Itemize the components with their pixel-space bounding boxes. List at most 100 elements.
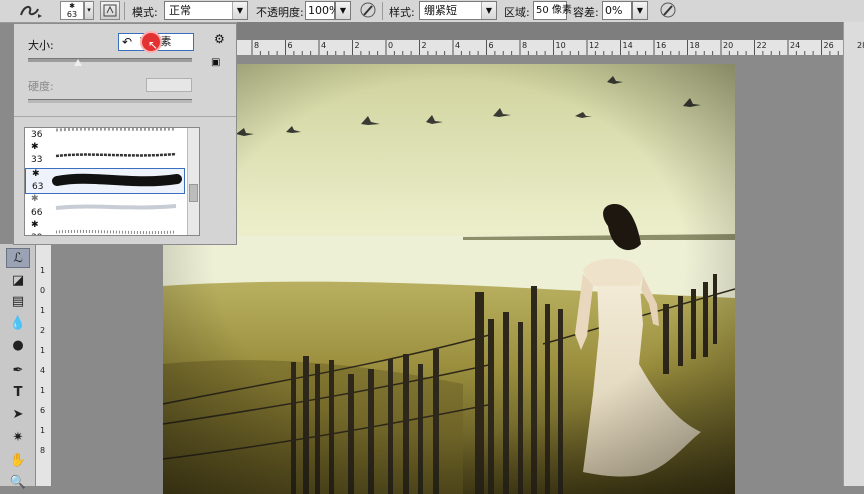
ruler-number: 2 [421,41,427,50]
scrollbar-thumb[interactable] [189,184,198,202]
style-select[interactable]: 绷紧短 ▼ [419,1,497,20]
ruler-number: 10 [555,41,566,50]
brush-preset-item[interactable]: ✱ 33 [25,142,185,168]
tolerance-label: 容差: [573,6,599,19]
tolerance-input[interactable]: 0% [602,1,632,20]
hardness-slider [28,99,192,103]
chevron-down-icon: ▼ [633,2,647,19]
tool-preset-picker[interactable] [16,1,46,20]
brush-stroke-preview [55,229,177,235]
toggle-brush-panel-button[interactable] [100,1,120,20]
shape-icon: ✷ [12,429,24,445]
brush-preset-item[interactable]: ✱ 66 [25,194,185,220]
hardness-label: 硬度: [28,80,54,93]
opacity-dropdown[interactable]: ▼ [335,1,351,20]
options-bar: ✱ 63 ▾ 模式: 正常 ▼ 不透明度: 100% ▼ 样式: 绷紧短 ▼ 区域:… [0,0,864,23]
brush-size: 63 [32,182,44,192]
brush-tip-icon: ✱ [69,2,75,10]
brush-preset-item[interactable]: 36 [25,128,185,142]
gradient-tool[interactable]: ▤ [6,291,30,311]
size-slider[interactable] [28,58,192,62]
area-label: 区域: [504,6,530,19]
divider [14,116,236,117]
size-slider-thumb[interactable] [74,59,82,66]
brush-size: 33 [31,155,43,165]
pressure-size-button[interactable] [658,1,678,20]
mode-select[interactable]: 正常 ▼ [164,1,248,20]
vertical-ruler: 1 0 1 2 1 4 1 6 1 8 [36,244,52,486]
dodge-tool[interactable]: ● [6,335,30,355]
brush-preset-picker[interactable]: ✱ 63 [60,1,84,20]
path-selection-tool[interactable]: ➤ [6,404,30,424]
tolerance-dropdown[interactable]: ▼ [632,1,648,20]
pen-icon: ✒ [12,362,24,378]
blur-drop-icon: 💧 [9,315,27,331]
brush-preset-item-selected[interactable]: ✱ 63 [25,168,185,194]
arrow-select-icon: ➤ [12,406,24,422]
chevron-down-icon: ▼ [481,2,496,19]
brush-size-value: 63 [66,10,78,19]
reset-size-button[interactable]: ↶ [118,34,136,50]
panel-settings-button[interactable]: ⚙ [214,32,225,46]
ruler-number: 28 [857,41,864,50]
hand-tool[interactable]: ✋ [6,450,30,470]
chevron-down-icon: ▼ [232,2,247,19]
area-input[interactable]: 50 像素 [533,1,572,20]
type-tool[interactable]: T [6,382,30,402]
ruler-number: 0 [388,41,394,50]
zoom-tool[interactable]: 🔍 [6,472,30,492]
brush-panel-icon [103,4,117,17]
brush-tip-icon: ✱ [31,194,39,204]
chevron-down-icon: ▼ [336,2,350,19]
brush-size: 36 [31,130,43,140]
art-history-brush-icon [20,5,42,18]
brush-tip-icon: ✱ [32,169,40,179]
ruler-number: 20 [723,41,734,50]
art-history-brush-icon: ℒ [13,250,23,266]
brush-tip-icon: ✱ [31,220,39,230]
ruler-number: 22 [756,41,767,50]
hardness-input [146,78,192,92]
brush-preset-list: 36 ✱ 33 ✱ 63 ✱ 66 ✱ 39 [24,127,200,236]
brush-list-scrollbar[interactable] [187,128,199,235]
blur-tool[interactable]: 💧 [6,313,30,333]
brush-size: 66 [31,208,43,218]
brush-stroke-preview [55,204,177,210]
brush-stroke-preview [55,128,177,132]
gear-icon: ⚙ [214,32,225,46]
ruler-number: 4 [321,41,327,50]
ruler-number: 18 [689,41,700,50]
ruler-number: 2 [40,326,46,335]
opacity-input[interactable]: 100% [305,1,339,20]
reset-arrow-icon: ↶ [121,35,133,49]
style-value: 绷紧短 [424,4,457,17]
hand-icon: ✋ [9,452,27,468]
ruler-number: 4 [40,366,46,375]
type-icon: T [13,384,23,400]
ruler-number: 8 [254,41,260,50]
brush-preset-item[interactable]: ✱ 39 [25,220,185,235]
eraser-tool[interactable]: ◪ [6,270,30,290]
brush-preset-picker-panel: 大小: 1 像素 ↶ ↖ ⚙ ▣ 硬度: 36 ✱ 33 ✱ 63 ✱ 66 ✱ [13,23,237,245]
vertical-scrollbar[interactable] [843,22,864,486]
ruler-number: 1 [40,346,46,355]
pressure-opacity-button[interactable] [358,1,378,20]
canvas-photo[interactable] [163,64,735,494]
separator [124,2,125,20]
pressure-pen-icon [360,2,376,18]
brush-stroke-preview [55,152,177,158]
art-history-brush-tool[interactable]: ℒ [6,248,30,268]
custom-shape-tool[interactable]: ✷ [6,427,30,447]
new-preset-icon: ▣ [211,57,221,68]
brush-picker-arrow[interactable]: ▾ [84,1,94,20]
opacity-label: 不透明度: [256,6,304,19]
ruler-number: 6 [488,41,494,50]
new-preset-button[interactable]: ▣ [211,57,220,68]
pen-tool[interactable]: ✒ [6,360,30,380]
size-label: 大小: [28,39,54,52]
ruler-number: 6 [40,406,46,415]
toolbox: ℒ ◪ ▤ 💧 ● ✒ T ➤ ✷ ✋ 🔍 [0,244,36,490]
brush-tip-icon: ✱ [31,142,39,152]
ruler-number: 1 [40,386,46,395]
document-tab-strip [237,22,843,40]
